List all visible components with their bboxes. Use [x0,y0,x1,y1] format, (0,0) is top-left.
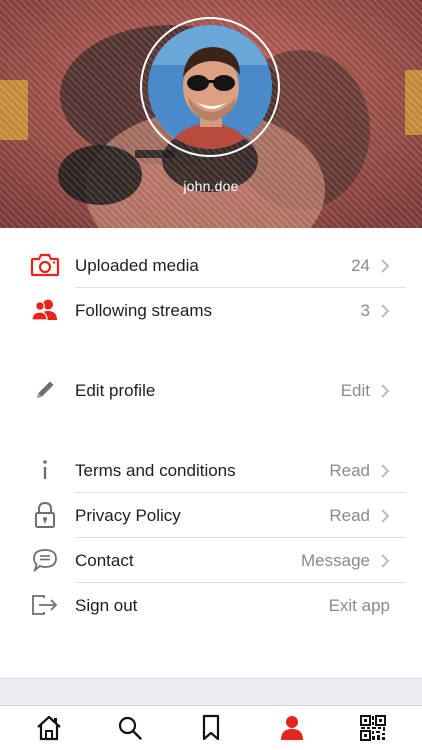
lock-icon [30,501,60,529]
profile-header: john.doe [0,0,422,228]
username: john.doe [183,178,239,194]
menu-item-label: Terms and conditions [75,461,236,480]
menu-item-edit-profile[interactable]: Edit profile Edit [0,368,422,413]
camera-icon [30,251,60,279]
menu-item-uploaded-media[interactable]: Uploaded media 24 [0,243,422,288]
home-icon [37,715,61,741]
chevron-right-icon [381,384,390,398]
tab-home[interactable] [33,712,65,744]
tab-profile[interactable] [276,712,308,744]
qr-code-icon [360,715,386,741]
sign-out-action: Exit app [328,596,390,615]
menu-item-terms[interactable]: Terms and conditions Read [0,448,422,493]
terms-action: Read [329,461,370,480]
following-streams-count: 3 [360,301,370,320]
chevron-right-icon [381,554,390,568]
users-icon [30,296,60,324]
menu-item-following-streams[interactable]: Following streams 3 [0,288,422,333]
info-icon [30,456,60,484]
menu-item-label: Following streams [75,301,212,320]
chat-bubble-icon [30,546,60,574]
tab-search[interactable] [114,712,146,744]
menu-item-contact[interactable]: Contact Message [0,538,422,583]
edit-profile-action: Edit [340,381,370,400]
avatar[interactable] [148,25,272,149]
contact-action: Message [301,551,370,570]
menu-item-sign-out[interactable]: Sign out Exit app [0,583,422,628]
avatar-photo [148,25,272,149]
menu-item-label: Uploaded media [75,256,199,275]
tab-bar [0,705,422,750]
chevron-right-icon [381,259,390,273]
tab-bookmarks[interactable] [195,712,227,744]
menu-item-label: Contact [75,551,134,570]
privacy-action: Read [329,506,370,525]
menu-item-label: Edit profile [75,381,156,400]
person-icon [281,716,303,740]
bookmark-icon [202,714,220,741]
search-icon [118,716,142,740]
chevron-right-icon [381,464,390,478]
tab-qr-code[interactable] [357,712,389,744]
chevron-right-icon [381,509,390,523]
bottom-spacer [0,678,422,705]
pencil-icon [30,376,60,404]
chevron-right-icon [381,304,390,318]
sign-out-icon [30,591,60,619]
menu-item-label: Privacy Policy [75,506,181,525]
menu-item-label: Sign out [75,596,138,615]
menu-item-privacy-policy[interactable]: Privacy Policy Read [0,493,422,538]
uploaded-media-count: 24 [351,256,370,275]
